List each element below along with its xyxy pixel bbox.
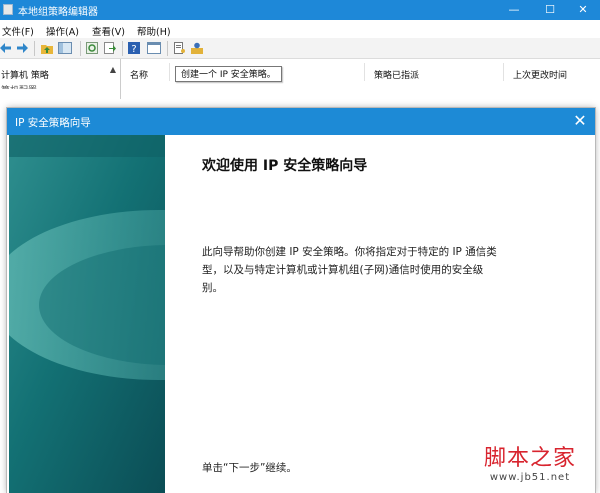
- menu-action[interactable]: 操作(A): [46, 24, 79, 38]
- tree-pane: 计算机 策略 算机配置 ▲: [0, 59, 121, 99]
- toolbar-separator: [167, 41, 168, 56]
- wizard-close-button[interactable]: ✕: [570, 110, 590, 132]
- wizard-heading: 欢迎使用 IP 安全策略向导: [202, 158, 368, 174]
- menu-help[interactable]: 帮助(H): [137, 24, 171, 38]
- menu-bar: 文件(F) 操作(A) 查看(V) 帮助(H): [0, 20, 600, 38]
- menu-view[interactable]: 查看(V): [92, 24, 125, 38]
- help-icon[interactable]: ?: [128, 42, 140, 54]
- column-separator: [503, 63, 504, 81]
- tree-item-computer-policy[interactable]: 计算机 策略: [1, 68, 49, 81]
- column-name[interactable]: 名称: [130, 68, 148, 81]
- wizard-title: IP 安全策略向导: [15, 117, 91, 129]
- wizard-banner: [9, 135, 165, 493]
- toolbar-separator: [80, 41, 81, 56]
- scroll-up-arrow-icon[interactable]: ▲: [108, 65, 118, 75]
- wizard-footer-note: 单击“下一步”继续。: [202, 462, 297, 474]
- watermark-text: 脚本之家: [483, 446, 576, 471]
- watermark: 脚本之家 www.jb51.net: [470, 440, 590, 483]
- editor-title-bar: 本地组策略编辑器 — ☐ ✕: [0, 0, 600, 20]
- column-separator: [169, 63, 170, 81]
- manage-filter-icon[interactable]: [191, 42, 203, 54]
- forward-arrow-icon[interactable]: [16, 42, 28, 54]
- properties-pane-icon[interactable]: [147, 42, 161, 54]
- editor-title: 本地组策略编辑器: [18, 7, 98, 18]
- column-policy-assigned[interactable]: 策略已指派: [374, 68, 419, 81]
- description-line: 此向导帮助你创建 IP 安全策略。你将指定对于特定的 IP 通信类: [202, 246, 497, 258]
- description-line: 型，以及与特定计算机或计算机组(子网)通信时使用的安全级: [202, 264, 484, 276]
- menu-file[interactable]: 文件(F): [2, 24, 34, 38]
- close-window-button[interactable]: ✕: [566, 2, 600, 18]
- column-last-modified[interactable]: 上次更改时间: [513, 68, 567, 81]
- wizard-banner-art: [9, 135, 165, 493]
- wizard-title-bar: IP 安全策略向导 ✕: [7, 108, 595, 135]
- svg-text:?: ?: [131, 44, 136, 54]
- tree-item-computer-config[interactable]: 算机配置: [1, 83, 37, 89]
- wizard-description: 此向导帮助你创建 IP 安全策略。你将指定对于特定的 IP 通信类 型，以及与特…: [202, 243, 557, 297]
- toolbar-separator: [34, 41, 35, 56]
- show-hide-tree-icon[interactable]: [58, 42, 72, 54]
- column-separator: [364, 63, 365, 81]
- tooltip: 创建一个 IP 安全策略。: [175, 66, 282, 82]
- back-arrow-icon[interactable]: [0, 42, 12, 54]
- minimize-button[interactable]: —: [497, 2, 531, 18]
- refresh-icon[interactable]: [86, 42, 98, 54]
- watermark-url: www.jb51.net: [489, 472, 571, 483]
- app-icon: [3, 4, 13, 15]
- toolbar: ?: [0, 38, 600, 59]
- toolbar-separator: [122, 41, 123, 56]
- up-folder-icon[interactable]: [41, 42, 53, 54]
- export-list-icon[interactable]: [104, 42, 116, 54]
- maximize-button[interactable]: ☐: [533, 2, 567, 18]
- description-line: 别。: [202, 282, 223, 294]
- create-policy-icon[interactable]: [173, 42, 185, 54]
